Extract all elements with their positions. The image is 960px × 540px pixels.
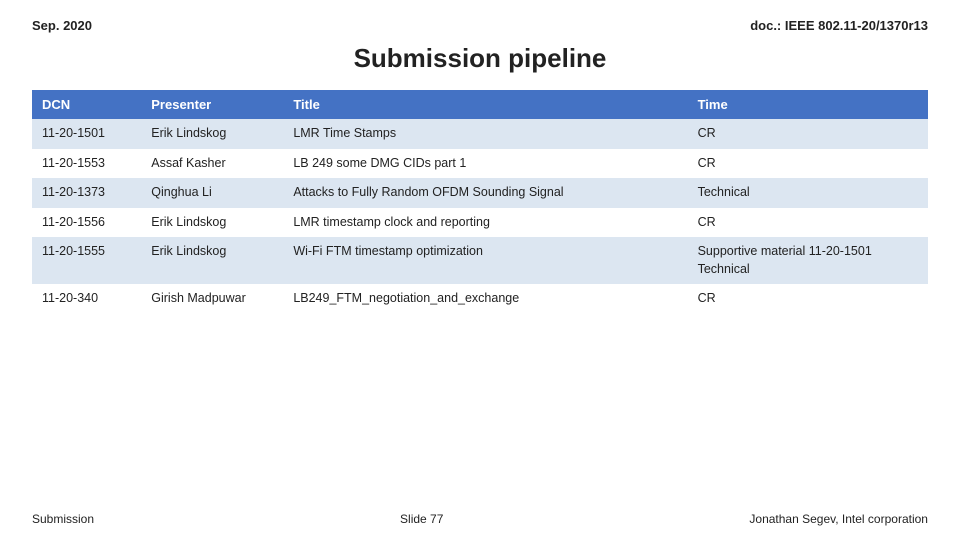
cell-time: CR — [688, 149, 928, 179]
cell-presenter: Assaf Kasher — [141, 149, 283, 179]
footer-right: Jonathan Segev, Intel corporation — [749, 512, 928, 526]
table-row: 11-20-1553Assaf KasherLB 249 some DMG CI… — [32, 149, 928, 179]
cell-title: LB 249 some DMG CIDs part 1 — [283, 149, 687, 179]
header-date: Sep. 2020 — [32, 18, 92, 33]
cell-presenter: Erik Lindskog — [141, 119, 283, 149]
table-row: 11-20-1373Qinghua LiAttacks to Fully Ran… — [32, 178, 928, 208]
cell-title: LMR Time Stamps — [283, 119, 687, 149]
cell-presenter: Girish Madpuwar — [141, 284, 283, 314]
cell-time: Technical — [688, 178, 928, 208]
cell-dcn: 11-20-340 — [32, 284, 141, 314]
page: Sep. 2020 doc.: IEEE 802.11-20/1370r13 S… — [0, 0, 960, 540]
col-header-time: Time — [688, 90, 928, 119]
cell-dcn: 11-20-1553 — [32, 149, 141, 179]
page-title: Submission pipeline — [32, 43, 928, 74]
cell-title: LB249_FTM_negotiation_and_exchange — [283, 284, 687, 314]
cell-presenter: Erik Lindskog — [141, 237, 283, 284]
table-row: 11-20-1555Erik LindskogWi-Fi FTM timesta… — [32, 237, 928, 284]
footer-bar: Submission Slide 77 Jonathan Segev, Inte… — [32, 502, 928, 526]
cell-time: Supportive material 11-20-1501Technical — [688, 237, 928, 284]
cell-presenter: Erik Lindskog — [141, 208, 283, 238]
cell-presenter: Qinghua Li — [141, 178, 283, 208]
table-header-row: DCN Presenter Title Time — [32, 90, 928, 119]
table-row: 11-20-1556Erik LindskogLMR timestamp clo… — [32, 208, 928, 238]
cell-dcn: 11-20-1373 — [32, 178, 141, 208]
header-bar: Sep. 2020 doc.: IEEE 802.11-20/1370r13 — [32, 18, 928, 33]
cell-dcn: 11-20-1555 — [32, 237, 141, 284]
cell-title: LMR timestamp clock and reporting — [283, 208, 687, 238]
table-row: 11-20-340Girish MadpuwarLB249_FTM_negoti… — [32, 284, 928, 314]
footer-center: Slide 77 — [400, 512, 443, 526]
footer-left: Submission — [32, 512, 94, 526]
submission-table: DCN Presenter Title Time 11-20-1501Erik … — [32, 90, 928, 314]
col-header-title: Title — [283, 90, 687, 119]
col-header-dcn: DCN — [32, 90, 141, 119]
cell-dcn: 11-20-1556 — [32, 208, 141, 238]
cell-dcn: 11-20-1501 — [32, 119, 141, 149]
cell-time: CR — [688, 119, 928, 149]
table-row: 11-20-1501Erik LindskogLMR Time StampsCR — [32, 119, 928, 149]
cell-title: Attacks to Fully Random OFDM Sounding Si… — [283, 178, 687, 208]
cell-time: CR — [688, 284, 928, 314]
table-container: DCN Presenter Title Time 11-20-1501Erik … — [32, 90, 928, 314]
col-header-presenter: Presenter — [141, 90, 283, 119]
cell-time: CR — [688, 208, 928, 238]
cell-title: Wi-Fi FTM timestamp optimization — [283, 237, 687, 284]
table-body: 11-20-1501Erik LindskogLMR Time StampsCR… — [32, 119, 928, 314]
header-doc: doc.: IEEE 802.11-20/1370r13 — [750, 18, 928, 33]
